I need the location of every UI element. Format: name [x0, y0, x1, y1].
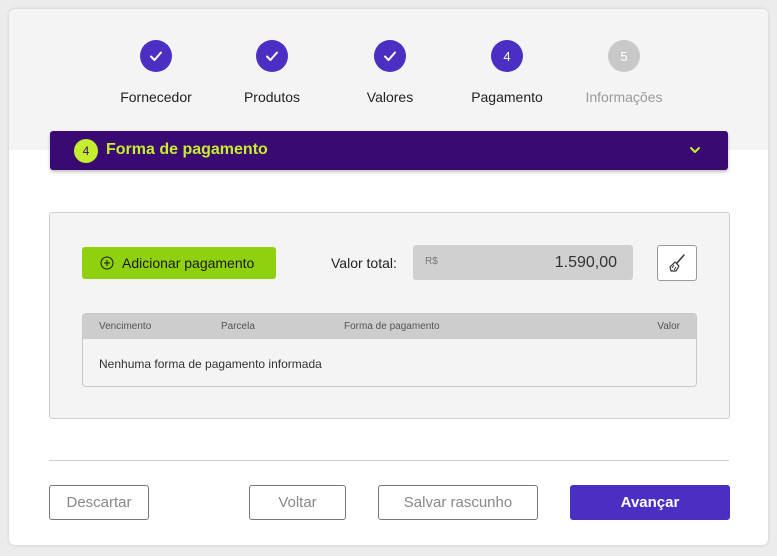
- discard-button[interactable]: Descartar: [49, 485, 149, 520]
- chevron-down-icon[interactable]: [688, 143, 702, 157]
- step-informacoes[interactable]: 5 Informações: [554, 40, 694, 105]
- add-payment-label: Adicionar pagamento: [122, 255, 255, 271]
- section-header-forma-de-pagamento[interactable]: 4 Forma de pagamento: [50, 131, 728, 170]
- check-icon: [256, 40, 288, 72]
- column-header-parcela: Parcela: [221, 321, 255, 332]
- column-header-forma-de-pagamento: Forma de pagamento: [344, 321, 440, 332]
- wizard-card: Fornecedor Produtos Valores 4 Pagamento …: [9, 9, 768, 545]
- step-label: Informações: [585, 89, 663, 105]
- table-header: Vencimento Parcela Forma de pagamento Va…: [83, 314, 696, 339]
- add-payment-button[interactable]: Adicionar pagamento: [82, 247, 276, 279]
- total-value: 1.590,00: [554, 254, 617, 271]
- stepper: Fornecedor Produtos Valores 4 Pagamento …: [9, 9, 768, 150]
- broom-icon: [669, 254, 685, 272]
- section-title: Forma de pagamento: [106, 141, 268, 158]
- check-icon: [140, 40, 172, 72]
- clear-button[interactable]: [657, 245, 697, 281]
- save-draft-button[interactable]: Salvar rascunho: [378, 485, 538, 520]
- divider: [49, 460, 729, 461]
- payment-panel: Adicionar pagamento Valor total: R$ 1.59…: [49, 212, 730, 419]
- column-header-valor: Valor: [657, 321, 680, 332]
- step-number: 4: [491, 40, 523, 72]
- empty-table-message: Nenhuma forma de pagamento informada: [99, 357, 322, 371]
- check-icon: [374, 40, 406, 72]
- column-header-vencimento: Vencimento: [99, 321, 152, 332]
- section-number-badge: 4: [74, 139, 98, 163]
- total-label: Valor total:: [331, 255, 397, 271]
- payments-table: Vencimento Parcela Forma de pagamento Va…: [82, 313, 697, 387]
- next-button[interactable]: Avançar: [570, 485, 730, 520]
- plus-circle-icon: [100, 256, 114, 270]
- back-button[interactable]: Voltar: [249, 485, 346, 520]
- step-number: 5: [608, 40, 640, 72]
- currency-symbol: R$: [425, 256, 438, 267]
- total-value-field: R$ 1.590,00: [413, 245, 633, 280]
